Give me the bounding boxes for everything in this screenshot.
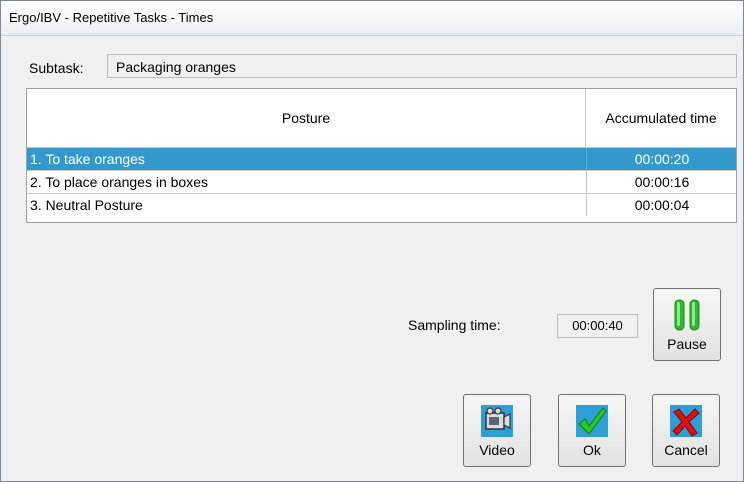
sampling-time-label: Sampling time: <box>408 317 501 333</box>
ok-button[interactable]: Ok <box>558 394 626 467</box>
time-cell: 00:00:16 <box>586 171 737 193</box>
column-header-posture[interactable]: Posture <box>27 89 586 147</box>
checkmark-icon <box>576 405 608 437</box>
column-header-accumulated-time[interactable]: Accumulated time <box>586 89 736 147</box>
window-title: Ergo/IBV - Repetitive Tasks - Times <box>9 10 214 25</box>
cancel-button[interactable]: Cancel <box>652 394 720 467</box>
dialog-window: Ergo/IBV - Repetitive Tasks - Times Subt… <box>0 0 744 482</box>
video-camera-icon <box>481 405 513 437</box>
posture-cell: 1. To take oranges <box>30 151 145 167</box>
cancel-button-label: Cancel <box>664 442 708 458</box>
time-cell: 00:00:04 <box>586 194 737 216</box>
cross-icon <box>670 405 702 437</box>
sampling-time-field: 00:00:40 <box>557 314 638 338</box>
table-row[interactable]: 1. To take oranges 00:00:20 <box>27 148 736 171</box>
pause-button-label: Pause <box>667 336 707 352</box>
posture-table: Posture Accumulated time 1. To take oran… <box>26 88 737 223</box>
pause-icon <box>674 299 700 331</box>
table-row[interactable]: 3. Neutral Posture 00:00:04 <box>27 194 736 216</box>
posture-cell: 2. To place oranges in boxes <box>30 174 208 190</box>
table-header: Posture Accumulated time <box>27 89 736 148</box>
title-bar[interactable]: Ergo/IBV - Repetitive Tasks - Times <box>1 1 743 36</box>
ok-button-label: Ok <box>583 442 601 458</box>
subtask-label: Subtask: <box>29 60 84 76</box>
table-row[interactable]: 2. To place oranges in boxes 00:00:16 <box>27 171 736 194</box>
video-button[interactable]: Video <box>463 394 531 467</box>
subtask-field: Packaging oranges <box>107 54 737 78</box>
video-button-label: Video <box>479 442 515 458</box>
posture-cell: 3. Neutral Posture <box>30 197 143 213</box>
pause-button[interactable]: Pause <box>653 288 721 361</box>
time-cell: 00:00:20 <box>586 148 737 170</box>
